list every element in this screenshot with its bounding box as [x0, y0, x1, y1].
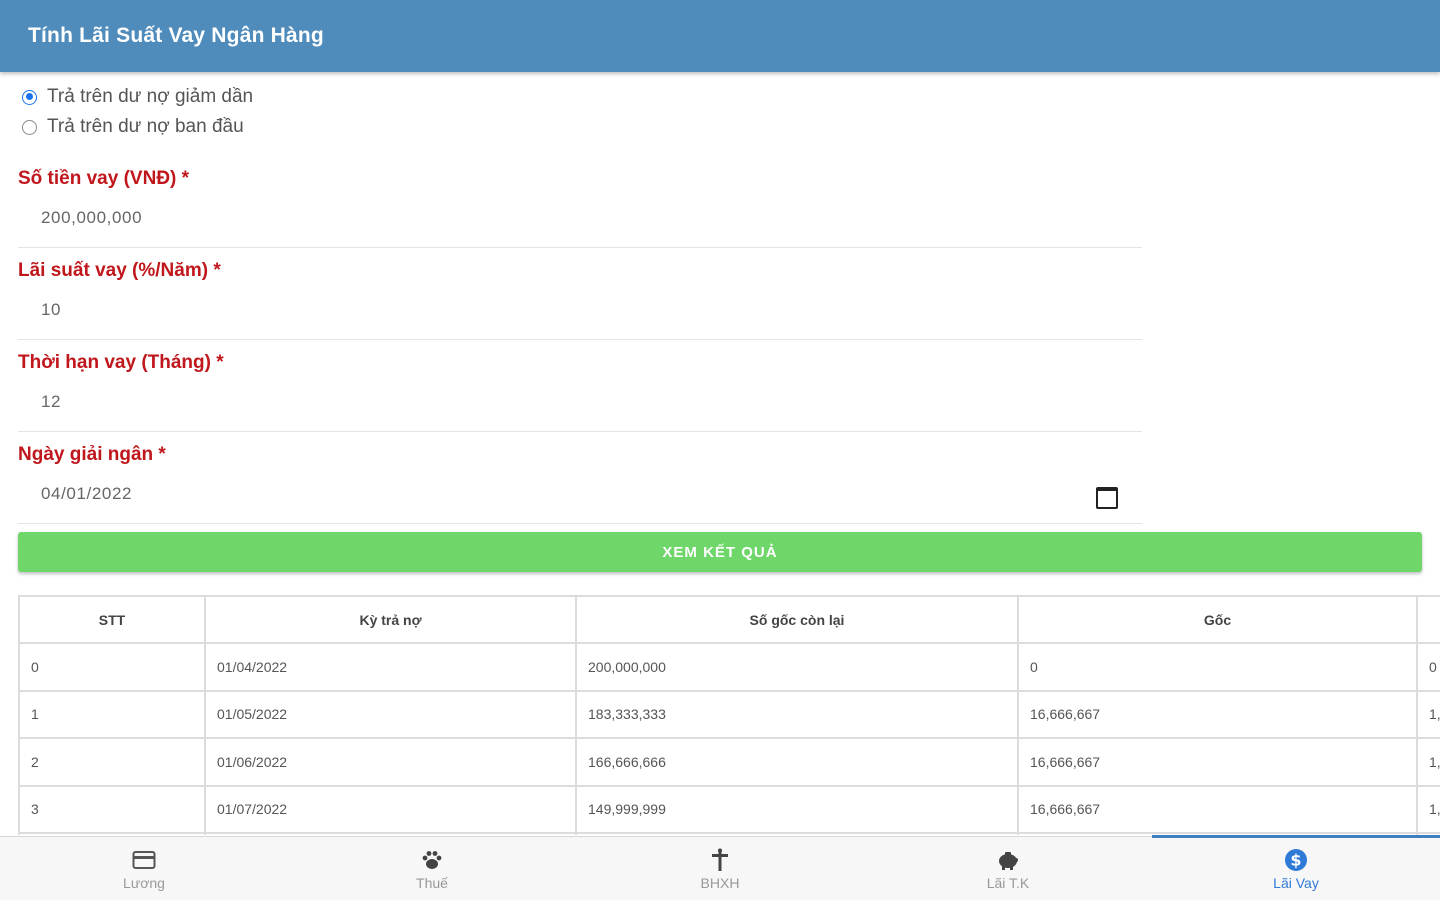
- radio-option-declining-balance[interactable]: Trả trên dư nợ giảm dần: [22, 82, 253, 112]
- nav-label: Lãi Vay: [1273, 875, 1319, 891]
- loan-amount-label: Số tiền vay (VNĐ) *: [18, 168, 190, 189]
- disbursement-date-label: Ngày giải ngân *: [18, 444, 166, 465]
- cell-payment-period: 01/05/2022: [204, 689, 577, 740]
- dollar-circle-icon: $: [1283, 847, 1309, 873]
- disbursement-date-input[interactable]: 04/01/2022: [18, 478, 1142, 524]
- active-tab-indicator: [1152, 835, 1440, 838]
- header-payment-period: Kỳ trả nợ: [204, 595, 577, 645]
- loan-amount-value: 200,000,000: [41, 207, 143, 227]
- radio-label: Trả trên dư nợ giảm dần: [47, 86, 254, 107]
- disbursement-date-field: Ngày giải ngân * 04/01/2022: [18, 442, 1142, 524]
- cell-principal: 16,666,667: [1017, 737, 1418, 787]
- piggy-bank-icon: [995, 847, 1021, 873]
- cell-remaining-principal: 183,333,333: [575, 689, 1019, 740]
- header-remaining-principal: Số gốc còn lại: [575, 595, 1019, 645]
- table-row: 3 01/07/2022 149,999,999 16,666,667 1,: [18, 784, 1440, 834]
- cell-stt: 1: [18, 689, 206, 740]
- header-stt: STT: [18, 595, 206, 645]
- paw-icon: [419, 847, 445, 873]
- cell-payment-period: 01/04/2022: [204, 642, 577, 692]
- interest-rate-input[interactable]: 10: [18, 294, 1142, 340]
- table-row: 0 01/04/2022 200,000,000 0 0: [18, 642, 1440, 692]
- app-header: Tính Lãi Suất Vay Ngân Hàng: [0, 0, 1440, 72]
- interest-rate-label: Lãi suất vay (%/Năm) *: [18, 260, 221, 281]
- cell-stt: 4: [18, 831, 206, 835]
- nav-item-social-insurance[interactable]: BHXH: [576, 837, 864, 900]
- cell-interest: 0: [1416, 642, 1440, 692]
- interest-rate-value: 10: [41, 299, 62, 319]
- table-header-row: STT Kỳ trả nợ Số gốc còn lại Gốc: [18, 595, 1440, 645]
- nav-item-salary[interactable]: Lương: [0, 837, 288, 900]
- repayment-method-group: Trả trên dư nợ giảm dần Trả trên dư nợ b…: [22, 82, 253, 142]
- nav-label: Lãi T.K: [986, 875, 1030, 891]
- cell-stt: 2: [18, 737, 206, 787]
- cell-remaining-principal: 200,000,000: [575, 642, 1019, 692]
- radio-option-initial-balance[interactable]: Trả trên dư nợ ban đầu: [22, 112, 253, 142]
- wallet-icon: [131, 847, 157, 873]
- view-result-button[interactable]: XEM KẾT QUẢ: [18, 532, 1422, 572]
- loan-term-label: Thời hạn vay (Tháng) *: [18, 352, 224, 373]
- header-principal: Gốc: [1017, 595, 1418, 645]
- cell-remaining-principal: [575, 831, 1019, 835]
- result-table-container[interactable]: STT Kỳ trả nợ Số gốc còn lại Gốc 0 01/04…: [18, 595, 1440, 835]
- cell-payment-period: [204, 831, 577, 835]
- nav-item-loan-interest[interactable]: $ Lãi Vay: [1152, 837, 1440, 900]
- loan-term-field: Thời hạn vay (Tháng) * 12: [18, 350, 1142, 432]
- header-interest: [1416, 595, 1440, 645]
- loan-amount-input[interactable]: 200,000,000: [18, 202, 1142, 248]
- cell-principal: 0: [1017, 642, 1418, 692]
- cell-payment-period: 01/07/2022: [204, 784, 577, 834]
- cross-icon: [707, 847, 733, 873]
- cell-interest: 1,: [1416, 784, 1440, 834]
- cell-remaining-principal: 149,999,999: [575, 784, 1019, 834]
- svg-text:$: $: [1290, 851, 1301, 870]
- nav-label: BHXH: [700, 875, 740, 891]
- radio-button-unchecked[interactable]: [22, 119, 37, 135]
- cell-interest: 1,: [1416, 737, 1440, 787]
- result-table: STT Kỳ trả nợ Số gốc còn lại Gốc 0 01/04…: [18, 595, 1440, 835]
- cell-stt: 3: [18, 784, 206, 834]
- radio-label: Trả trên dư nợ ban đầu: [47, 116, 244, 137]
- cell-remaining-principal: 166,666,666: [575, 737, 1019, 787]
- nav-item-savings-interest[interactable]: Lãi T.K: [864, 837, 1152, 900]
- cell-principal: 16,666,667: [1017, 689, 1418, 740]
- bottom-navigation: Lương Thuế BHXH Lãi T.K $ Lãi Vay: [0, 835, 1440, 900]
- nav-label: Lương: [123, 875, 165, 891]
- cell-interest: 1,: [1416, 689, 1440, 740]
- calendar-icon[interactable]: [1096, 485, 1118, 509]
- loan-term-input[interactable]: 12: [18, 386, 1142, 432]
- table-row: 1 01/05/2022 183,333,333 16,666,667 1,: [18, 689, 1440, 740]
- disbursement-date-value: 04/01/2022: [41, 483, 133, 503]
- table-row: 2 01/06/2022 166,666,666 16,666,667 1,: [18, 737, 1440, 787]
- cell-payment-period: 01/06/2022: [204, 737, 577, 787]
- loan-amount-field: Số tiền vay (VNĐ) * 200,000,000: [18, 166, 1142, 248]
- interest-rate-field: Lãi suất vay (%/Năm) * 10: [18, 258, 1142, 340]
- page-title: Tính Lãi Suất Vay Ngân Hàng: [28, 24, 324, 47]
- cell-principal: 16,666,667: [1017, 784, 1418, 834]
- nav-item-tax[interactable]: Thuế: [288, 837, 576, 900]
- cell-stt: 0: [18, 642, 206, 692]
- loan-term-value: 12: [41, 391, 62, 411]
- radio-button-checked[interactable]: [22, 89, 37, 105]
- nav-label: Thuế: [416, 875, 448, 891]
